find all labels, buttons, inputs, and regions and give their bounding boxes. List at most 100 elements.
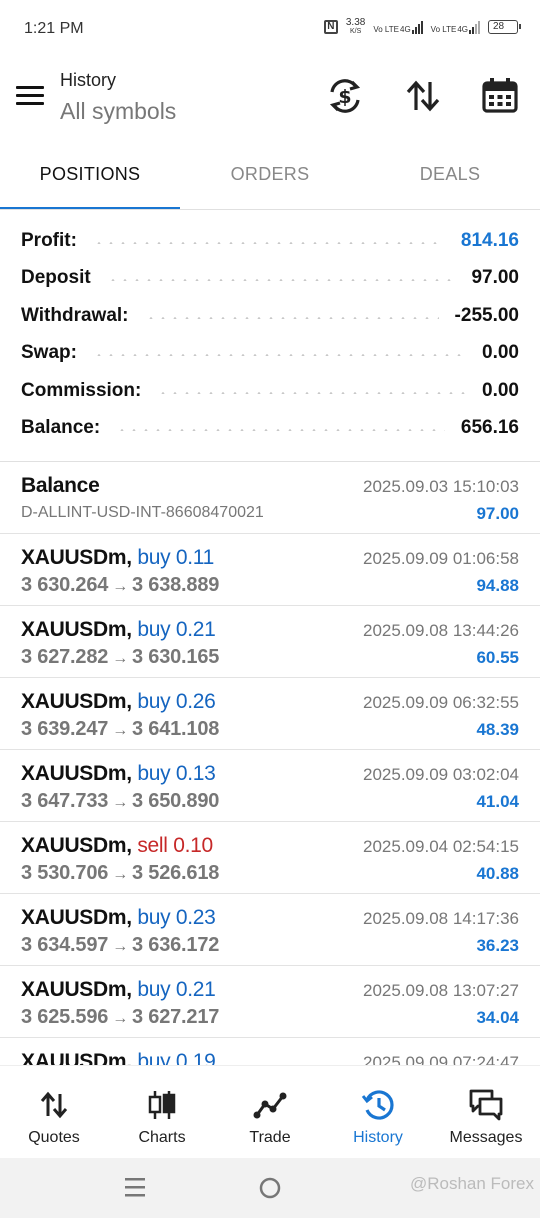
list-item[interactable]: XAUUSDm, buy 0.19 2025.09.09 07:24:47 [0, 1038, 540, 1065]
summary-row-commission: Commission: 0.00 [0, 372, 540, 410]
deal-symbol: XAUUSDm, [21, 906, 132, 929]
close-price: 3 650.890 [132, 790, 220, 812]
deal-side: sell 0.10 [137, 834, 213, 857]
summary-value: 0.00 [474, 342, 519, 365]
quotes-icon [36, 1088, 72, 1122]
list-item[interactable]: XAUUSDm, buy 0.21 3 627.282 → 3 630.165 20… [0, 606, 540, 678]
list-item[interactable]: XAUUSDm, buy 0.23 3 634.597 → 3 636.172 20… [0, 894, 540, 966]
nav-label: Charts [138, 1129, 186, 1146]
tab-orders[interactable]: ORDERS [180, 150, 360, 210]
nav-history[interactable]: History [324, 1066, 432, 1158]
summary-row-profit: Profit: 814.16 [0, 222, 540, 260]
sim2-net: 4G [457, 25, 468, 34]
home-icon[interactable] [259, 1177, 281, 1199]
list-item[interactable]: XAUUSDm, sell 0.10 3 530.706 → 3 526.618 2… [0, 822, 540, 894]
symbol-filter[interactable]: All symbols [60, 98, 176, 125]
list-item[interactable]: XAUUSDm, buy 0.26 3 639.247 → 3 641.108 20… [0, 678, 540, 750]
deal-profit: 34.04 [476, 1008, 519, 1027]
deal-time: 2025.09.04 02:54:15 [363, 837, 519, 856]
summary-row-deposit: Deposit 97.00 [0, 260, 540, 298]
deal-symbol: XAUUSDm, [21, 834, 132, 857]
sim2-label: Vo LTE [430, 25, 457, 34]
arrow-right-icon: → [112, 938, 128, 955]
list-item[interactable]: XAUUSDm, buy 0.13 3 647.733 → 3 650.890 20… [0, 750, 540, 822]
account-summary: Profit: 814.16 Deposit 97.00 Withdrawal:… [0, 222, 540, 447]
close-price: 3 638.889 [132, 574, 220, 596]
deals-list[interactable]: Balance D-ALLINT-USD-INT-86608470021 202… [0, 462, 540, 1065]
menu-icon[interactable] [16, 86, 44, 106]
nfc-icon: N [323, 20, 338, 34]
summary-row-withdrawal: Withdrawal: -255.00 [0, 297, 540, 335]
deal-profit: 36.23 [476, 936, 519, 955]
deal-time: 2025.09.09 06:32:55 [363, 693, 519, 712]
tab-deals[interactable]: DEALS [360, 150, 540, 210]
deal-time: 2025.09.03 15:10:03 [363, 477, 519, 496]
currency-refresh-icon[interactable]: $ [325, 76, 365, 116]
deal-side: buy 0.11 [137, 546, 214, 569]
nav-messages[interactable]: Messages [432, 1066, 540, 1158]
deal-symbol: XAUUSDm, [21, 618, 132, 641]
messages-icon [468, 1088, 504, 1122]
nav-quotes[interactable]: Quotes [0, 1066, 108, 1158]
nav-charts[interactable]: Charts [108, 1066, 216, 1158]
list-item-balance[interactable]: Balance D-ALLINT-USD-INT-86608470021 202… [0, 462, 540, 534]
arrow-right-icon: → [112, 794, 128, 811]
summary-label: Swap: [21, 342, 85, 365]
deal-profit: 60.55 [476, 648, 519, 667]
nav-trade[interactable]: Trade [216, 1066, 324, 1158]
open-price: 3 639.247 [21, 718, 109, 740]
summary-label: Deposit [21, 267, 99, 290]
deal-side: buy 0.26 [137, 690, 216, 713]
deal-side: buy 0.21 [137, 978, 216, 1001]
status-bar: 1:21 PM N 3.38 K/S Vo LTE 4G Vo LTE 4G 2… [0, 0, 540, 58]
summary-row-swap: Swap: 0.00 [0, 335, 540, 373]
arrow-right-icon: → [112, 866, 128, 883]
arrow-right-icon: → [112, 650, 128, 667]
calendar-icon[interactable] [480, 76, 520, 116]
list-item[interactable]: XAUUSDm, buy 0.11 3 630.264 → 3 638.889 20… [0, 534, 540, 606]
nav-label: Quotes [28, 1129, 80, 1146]
close-price: 3 636.172 [132, 934, 220, 956]
open-price: 3 647.733 [21, 790, 109, 812]
sim1-signal: Vo LTE 4G [373, 20, 423, 34]
open-price: 3 630.264 [21, 574, 109, 596]
close-price: 3 641.108 [132, 718, 220, 740]
tab-positions[interactable]: POSITIONS [0, 150, 180, 210]
summary-label: Profit: [21, 229, 85, 252]
history-clock-icon [360, 1088, 396, 1122]
deal-time: 2025.09.09 01:06:58 [363, 549, 519, 568]
summary-value: -255.00 [446, 304, 519, 327]
open-price: 3 627.282 [21, 646, 109, 668]
nav-label: Messages [449, 1129, 523, 1146]
list-item[interactable]: XAUUSDm, buy 0.21 3 625.596 → 3 627.217 20… [0, 966, 540, 1038]
deal-symbol: XAUUSDm, [21, 690, 132, 713]
watermark: @Roshan Forex [409, 1174, 534, 1193]
signal-icon [469, 20, 480, 34]
sim1-label: Vo LTE [373, 25, 399, 34]
summary-label: Commission: [21, 379, 150, 402]
sort-arrows-icon[interactable] [403, 76, 443, 116]
summary-value: 97.00 [463, 267, 519, 290]
app-header: History All symbols $ [0, 58, 540, 138]
close-price: 3 627.217 [132, 1006, 220, 1028]
deal-time: 2025.09.09 07:24:47 [363, 1053, 519, 1065]
tabs-divider [0, 209, 540, 210]
summary-row-balance: Balance: 656.16 [0, 410, 540, 448]
deal-side: buy 0.19 [137, 1050, 216, 1065]
bottom-navigation: Quotes Charts Trade History Messages [0, 1065, 540, 1158]
arrow-right-icon: → [112, 578, 128, 595]
signal-icon [411, 20, 423, 34]
deal-side: buy 0.13 [137, 762, 216, 785]
speed-value: 3.38 [345, 17, 366, 28]
deal-profit: 94.88 [476, 576, 519, 595]
open-price: 3 625.596 [21, 1006, 109, 1028]
sim2-signal: Vo LTE 4G [431, 20, 480, 34]
deal-side: buy 0.23 [137, 906, 216, 929]
sim1-net: 4G [400, 25, 411, 34]
balance-title: Balance [21, 474, 100, 497]
deal-profit: 41.04 [476, 792, 519, 811]
deal-symbol: XAUUSDm, [21, 978, 132, 1001]
recent-apps-icon[interactable] [125, 1176, 145, 1198]
deal-time: 2025.09.08 14:17:36 [363, 909, 519, 928]
summary-value: 0.00 [474, 379, 519, 402]
